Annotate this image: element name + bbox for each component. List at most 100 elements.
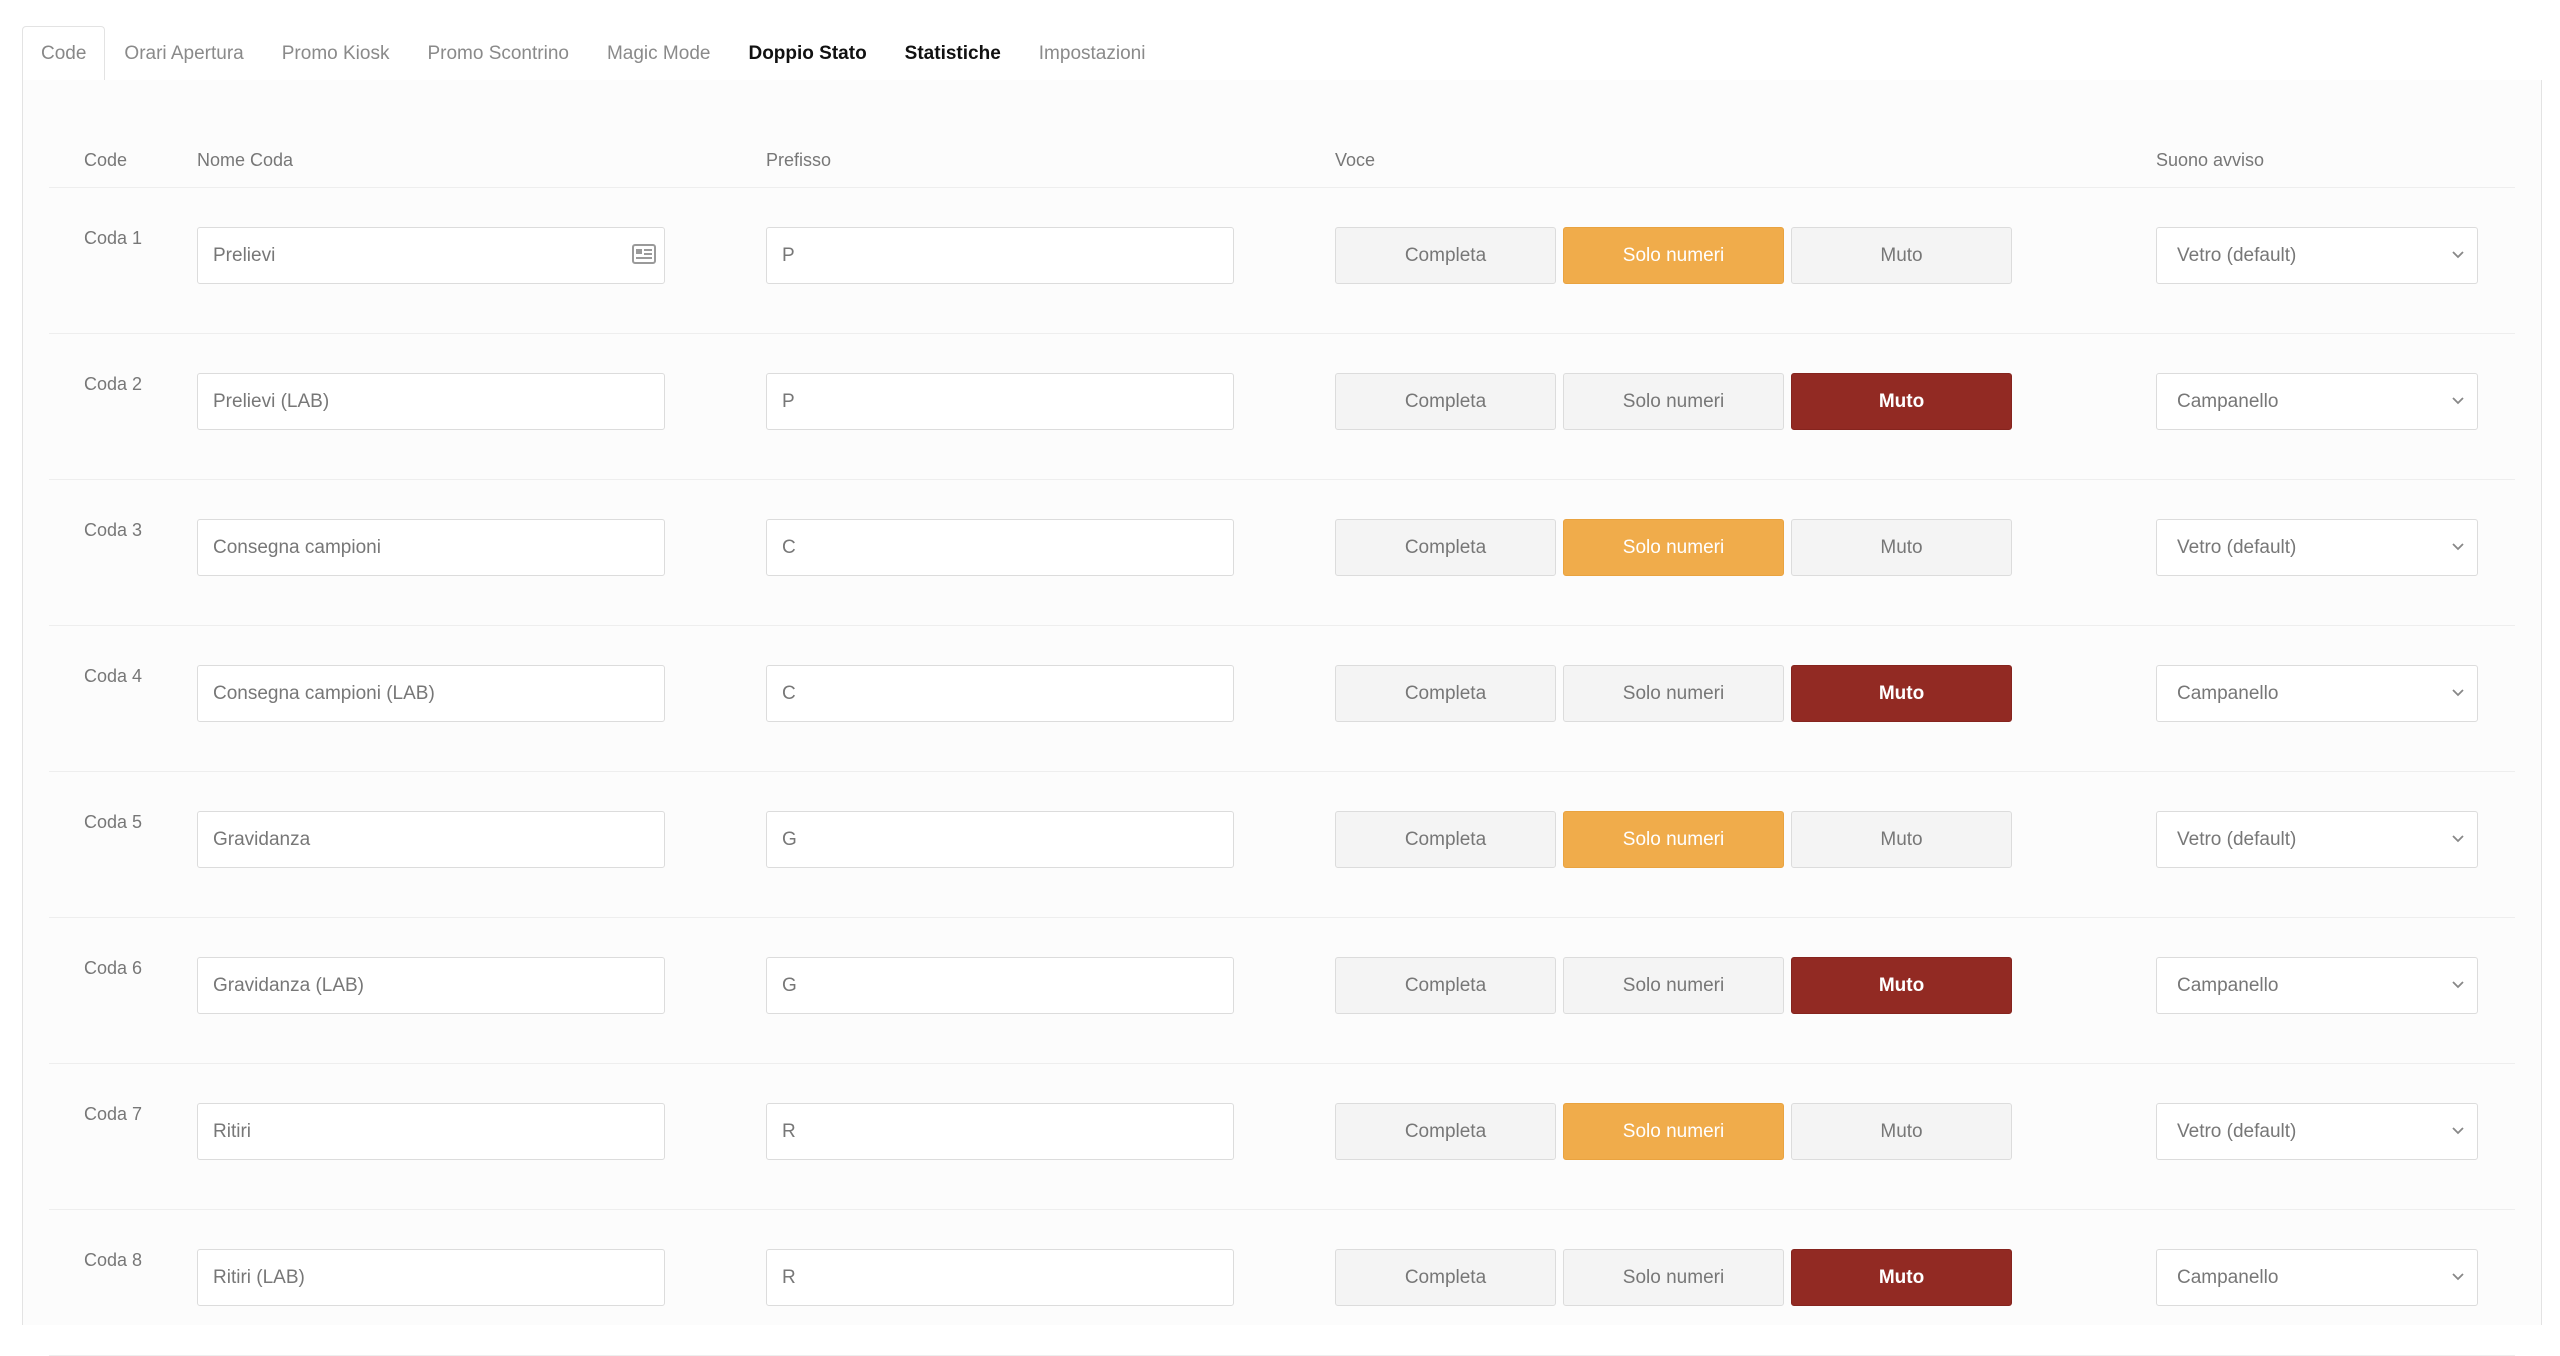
sound-select[interactable]: Vetro (default) [2156, 1103, 2478, 1160]
prefix-value: C [782, 537, 796, 559]
tab-doppio-stato[interactable]: Doppio Stato [729, 26, 885, 81]
prefix-value: R [782, 1121, 796, 1143]
muto-button[interactable]: Muto [1791, 519, 2012, 576]
sound-select-value: Vetro (default) [2177, 537, 2296, 559]
queue-name-value: Consegna campioni (LAB) [213, 683, 435, 705]
prefix-input[interactable]: R [766, 1103, 1234, 1160]
queue-label: Coda 4 [84, 666, 142, 687]
muto-button[interactable]: Muto [1791, 227, 2012, 284]
sound-select[interactable]: Vetro (default) [2156, 811, 2478, 868]
chevron-down-icon [2451, 396, 2465, 406]
queue-name-value: Gravidanza [213, 829, 310, 851]
sound-select[interactable]: Campanello [2156, 665, 2478, 722]
muto-button[interactable]: Muto [1791, 665, 2012, 722]
prefix-input[interactable]: C [766, 665, 1234, 722]
queue-name-input[interactable]: Gravidanza (LAB) [197, 957, 665, 1014]
table-row: Coda 3 Consegna campioni C CompletaSolo num… [49, 480, 2515, 626]
tab-orari-apertura[interactable]: Orari Apertura [105, 26, 262, 81]
sound-select-value: Vetro (default) [2177, 245, 2296, 267]
prefix-value: R [782, 1267, 796, 1289]
prefix-value: C [782, 683, 796, 705]
table-body: Coda 1PrelieviPCompletaSolo numeriMutoVe… [49, 188, 2515, 1356]
solo-numeri-button[interactable]: Solo numeri [1563, 519, 1784, 576]
queue-label: Coda 2 [84, 374, 142, 395]
tab-promo-scontrino[interactable]: Promo Scontrino [408, 26, 588, 81]
prefix-input[interactable]: P [766, 227, 1234, 284]
chevron-down-icon [2451, 834, 2465, 844]
queue-name-input[interactable]: Prelievi [197, 227, 665, 284]
prefix-input[interactable]: R [766, 1249, 1234, 1306]
completa-button[interactable]: Completa [1335, 811, 1556, 868]
chevron-down-icon [2451, 250, 2465, 260]
table-header: Code Nome Coda Prefisso Voce Suono avvis… [49, 80, 2515, 188]
sound-select-value: Campanello [2177, 975, 2278, 997]
chevron-down-icon [2451, 980, 2465, 990]
tab-code[interactable]: Code [22, 26, 105, 81]
queue-name-input[interactable]: Consegna campioni [197, 519, 665, 576]
muto-button[interactable]: Muto [1791, 373, 2012, 430]
solo-numeri-button[interactable]: Solo numeri [1563, 811, 1784, 868]
prefix-value: G [782, 975, 797, 997]
prefix-input[interactable]: C [766, 519, 1234, 576]
completa-button[interactable]: Completa [1335, 1103, 1556, 1160]
queue-name-input[interactable]: Gravidanza [197, 811, 665, 868]
tab-bar: CodeOrari AperturaPromo KioskPromo Scont… [22, 26, 2542, 81]
queue-name-value: Gravidanza (LAB) [213, 975, 364, 997]
solo-numeri-button[interactable]: Solo numeri [1563, 227, 1784, 284]
contact-card-icon[interactable] [632, 244, 656, 264]
tab-statistiche[interactable]: Statistiche [886, 26, 1020, 81]
solo-numeri-button[interactable]: Solo numeri [1563, 957, 1784, 1014]
sound-select[interactable]: Campanello [2156, 1249, 2478, 1306]
completa-button[interactable]: Completa [1335, 665, 1556, 722]
muto-button[interactable]: Muto [1791, 1249, 2012, 1306]
tab-impostazioni[interactable]: Impostazioni [1020, 26, 1165, 81]
queue-name-input[interactable]: Consegna campioni (LAB) [197, 665, 665, 722]
table-row: Coda 8Ritiri (LAB)RCompletaSolo numeriMu… [49, 1210, 2515, 1356]
muto-button[interactable]: Muto [1791, 1103, 2012, 1160]
queues-table: Code Nome Coda Prefisso Voce Suono avvis… [49, 80, 2515, 1356]
queue-name-input[interactable]: Ritiri [197, 1103, 665, 1160]
solo-numeri-button[interactable]: Solo numeri [1563, 665, 1784, 722]
queue-label: Coda 7 [84, 1104, 142, 1125]
queue-label: Coda 6 [84, 958, 142, 979]
solo-numeri-button[interactable]: Solo numeri [1563, 373, 1784, 430]
prefix-value: P [782, 391, 795, 413]
tab-magic-mode[interactable]: Magic Mode [588, 26, 730, 81]
prefix-input[interactable]: G [766, 957, 1234, 1014]
muto-button[interactable]: Muto [1791, 811, 2012, 868]
queue-name-value: Consegna campioni [213, 537, 381, 559]
sound-select[interactable]: Vetro (default) [2156, 519, 2478, 576]
completa-button[interactable]: Completa [1335, 519, 1556, 576]
table-row: Coda 4 Consegna campioni (LAB) C CompletaSo… [49, 626, 2515, 772]
completa-button[interactable]: Completa [1335, 227, 1556, 284]
table-row: Coda 6 Gravidanza (LAB) G CompletaSolo nume… [49, 918, 2515, 1064]
completa-button[interactable]: Completa [1335, 957, 1556, 1014]
header-sound: Suono avviso [2156, 150, 2264, 171]
prefix-input[interactable]: P [766, 373, 1234, 430]
solo-numeri-button[interactable]: Solo numeri [1563, 1103, 1784, 1160]
queue-label: Coda 5 [84, 812, 142, 833]
solo-numeri-button[interactable]: Solo numeri [1563, 1249, 1784, 1306]
sound-select[interactable]: Vetro (default) [2156, 227, 2478, 284]
queue-label: Coda 3 [84, 520, 142, 541]
chevron-down-icon [2451, 1126, 2465, 1136]
queue-name-input[interactable]: Prelievi (LAB) [197, 373, 665, 430]
sound-select[interactable]: Campanello [2156, 373, 2478, 430]
queue-name-input[interactable]: Ritiri (LAB) [197, 1249, 665, 1306]
prefix-value: G [782, 829, 797, 851]
prefix-input[interactable]: G [766, 811, 1234, 868]
header-prefix: Prefisso [766, 150, 831, 171]
chevron-down-icon [2451, 1272, 2465, 1282]
queue-name-value: Prelievi [213, 245, 275, 267]
table-row: Coda 7 Ritiri R CompletaSolo numeriMuto Vetr… [49, 1064, 2515, 1210]
table-row: Coda 1PrelieviPCompletaSolo numeriMutoVe… [49, 188, 2515, 334]
tab-promo-kiosk[interactable]: Promo Kiosk [263, 26, 409, 81]
sound-select[interactable]: Campanello [2156, 957, 2478, 1014]
completa-button[interactable]: Completa [1335, 1249, 1556, 1306]
header-name: Nome Coda [197, 150, 293, 171]
header-code: Code [84, 150, 127, 171]
completa-button[interactable]: Completa [1335, 373, 1556, 430]
sound-select-value: Vetro (default) [2177, 829, 2296, 851]
muto-button[interactable]: Muto [1791, 957, 2012, 1014]
queues-panel: Code Nome Coda Prefisso Voce Suono avvis… [22, 80, 2542, 1325]
